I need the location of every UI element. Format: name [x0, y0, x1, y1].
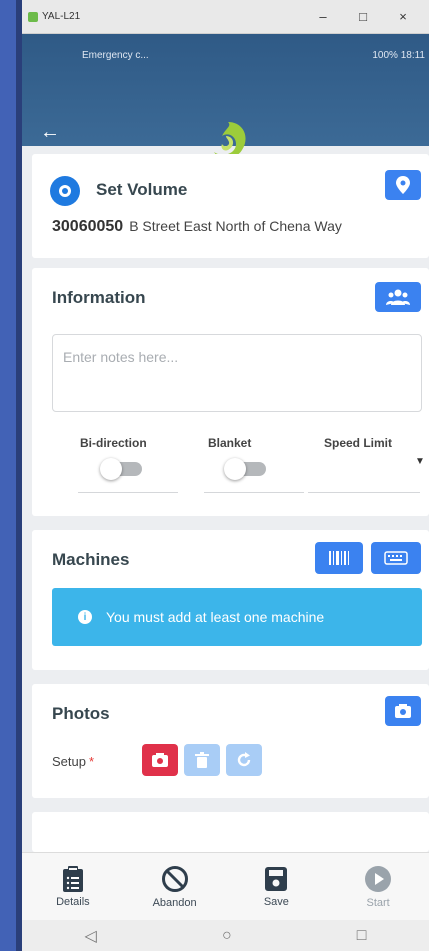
nav-save[interactable]: Save [226, 853, 328, 920]
nav-save-label: Save [263, 895, 289, 908]
users-icon [386, 289, 410, 305]
app-header: Emergency c... 100% 18:11 ← [22, 34, 429, 159]
take-photo-button[interactable] [142, 744, 178, 776]
status-right-text: 100% 18:11 [372, 50, 425, 61]
toggle-knob [224, 458, 246, 480]
photos-card: Photos Setup * [32, 684, 429, 798]
nav-abandon[interactable]: Abandon [124, 853, 226, 920]
set-volume-title: Set Volume [96, 180, 188, 199]
refresh-icon [237, 752, 251, 767]
status-left-text: Emergency c... [82, 50, 149, 61]
machine-warning-banner: i You must add at least one machine [52, 588, 422, 646]
ban-icon [161, 865, 188, 892]
camera-icon [395, 704, 411, 718]
nav-details-label: Details [56, 895, 90, 908]
delete-photo-button[interactable] [184, 744, 220, 776]
divider [78, 492, 178, 493]
bottom-nav: Details Abandon Save Start [22, 852, 429, 920]
bi-direction-toggle[interactable] [100, 458, 142, 480]
users-button[interactable] [375, 282, 421, 312]
setup-label: Setup * [52, 754, 94, 769]
required-mark: * [88, 754, 95, 769]
refresh-photo-button[interactable] [226, 744, 262, 776]
gear-icon [50, 176, 80, 206]
app-icon [28, 11, 38, 22]
keyboard-icon [384, 551, 408, 565]
nav-start-label: Start [366, 896, 390, 909]
next-card [32, 812, 429, 852]
machine-warning-text: You must add at least one machine [106, 609, 325, 625]
window-title-bar: YAL-L21 – □ × [22, 0, 429, 34]
recents-square-icon[interactable]: □ [357, 927, 367, 945]
status-bar: Emergency c... 100% 18:11 [22, 50, 429, 61]
information-title: Information [52, 288, 146, 307]
blanket-label: Blanket [208, 436, 252, 450]
nav-start[interactable]: Start [327, 853, 429, 920]
nav-details[interactable]: Details [22, 853, 124, 920]
machines-card: Machines i You must add at least one mac… [32, 530, 429, 670]
camera-button[interactable] [385, 696, 421, 726]
info-icon: i [78, 610, 92, 624]
divider [204, 492, 304, 493]
site-line: 30060050 B Street East North of Chena Way [52, 218, 342, 236]
photos-title: Photos [52, 704, 110, 723]
home-circle-icon[interactable]: ○ [222, 927, 232, 945]
nav-abandon-label: Abandon [152, 896, 197, 909]
speed-limit-dropdown[interactable] [308, 492, 420, 493]
clipboard-icon [62, 865, 83, 892]
site-address: B Street East North of Chena Way [129, 218, 342, 234]
barcode-scan-button[interactable] [315, 542, 363, 574]
phone-screen: YAL-L21 – □ × Emergency c... 100% 18:11 … [22, 0, 429, 951]
machines-title: Machines [52, 550, 130, 569]
blanket-toggle[interactable] [224, 458, 266, 480]
trash-icon [195, 752, 209, 768]
setup-label-text: Setup [52, 754, 86, 769]
barcode-icon [329, 551, 349, 565]
speed-limit-label: Speed Limit [324, 436, 393, 450]
information-card: Information Enter notes here... Bi-direc… [32, 268, 429, 516]
camera-icon [152, 753, 168, 767]
maximize-button[interactable]: □ [343, 9, 383, 24]
location-button[interactable] [385, 170, 421, 200]
arrow-left-icon[interactable]: ← [40, 122, 60, 142]
system-nav-bar: ◁ ○ □ [22, 920, 429, 951]
play-circle-icon [365, 865, 392, 892]
notes-input[interactable]: Enter notes here... [52, 334, 422, 412]
keyboard-entry-button[interactable] [371, 542, 421, 574]
site-id: 30060050 [52, 218, 124, 235]
bi-direction-label: Bi-direction [80, 436, 147, 450]
window-title: YAL-L21 [42, 11, 81, 22]
chevron-down-icon[interactable]: ▼ [415, 456, 425, 467]
desktop-background [0, 0, 22, 951]
map-pin-icon [396, 176, 410, 194]
back-triangle-icon[interactable]: ◁ [85, 926, 97, 946]
floppy-disk-icon [265, 866, 288, 891]
minimize-button[interactable]: – [303, 9, 343, 24]
set-volume-card: Set Volume 30060050 B Street East North o… [32, 154, 429, 258]
close-button[interactable]: × [383, 9, 423, 24]
toggle-knob [100, 458, 122, 480]
